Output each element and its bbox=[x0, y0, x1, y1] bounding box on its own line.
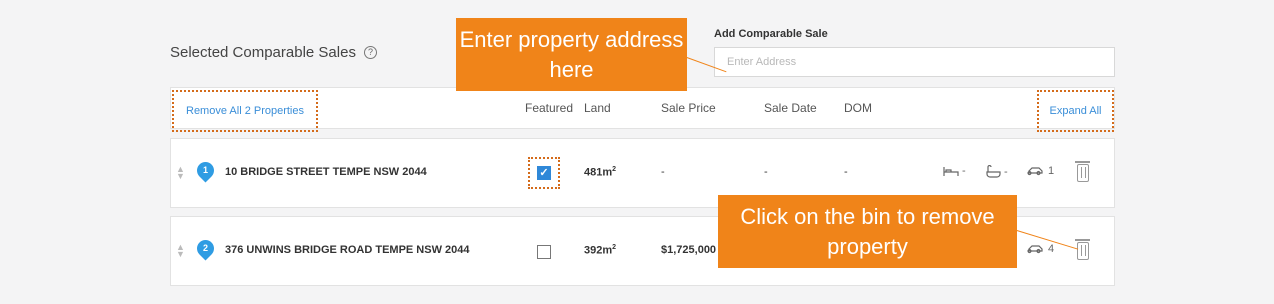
property-address[interactable]: 10 BRIDGE STREET TEMPE NSW 2044 bbox=[225, 166, 427, 178]
featured-checkbox[interactable] bbox=[537, 245, 551, 259]
sale-price-value: - bbox=[661, 166, 665, 178]
bin-callout: Click on the bin to remove property bbox=[718, 195, 1017, 268]
car-icon bbox=[1027, 167, 1043, 176]
beds-feature: - bbox=[943, 165, 966, 177]
bath-icon bbox=[986, 165, 1001, 178]
pin-number: 2 bbox=[202, 243, 208, 253]
drag-handle-icon[interactable]: ▲ ▼ bbox=[176, 165, 185, 181]
add-comparable-sale-label: Add Comparable Sale bbox=[714, 28, 828, 40]
dom-value: - bbox=[844, 166, 848, 178]
pin-number: 1 bbox=[202, 165, 208, 175]
car-icon bbox=[1027, 245, 1043, 254]
question-circle-icon[interactable]: ? bbox=[363, 46, 377, 59]
featured-header: Featured bbox=[525, 101, 574, 115]
featured-checkbox-highlight: ✓ bbox=[528, 157, 560, 189]
beds-count: - bbox=[962, 165, 966, 177]
cars-count: 1 bbox=[1048, 165, 1055, 177]
drag-handle-icon[interactable]: ▲ ▼ bbox=[176, 243, 185, 259]
cars-count: 4 bbox=[1048, 243, 1055, 255]
sale-price-value: $1,725,000 bbox=[661, 244, 717, 256]
sale-price-header: Sale Price bbox=[661, 101, 716, 115]
land-value: 392m2 bbox=[584, 244, 617, 257]
map-pin-icon: 2 bbox=[193, 236, 218, 261]
address-input[interactable] bbox=[714, 47, 1115, 77]
section-title: Selected Comparable Sales ? bbox=[170, 44, 377, 61]
featured-checkbox[interactable]: ✓ bbox=[537, 166, 551, 180]
land-header: Land bbox=[584, 101, 611, 115]
table-header: Remove All 2 Properties Featured Land Sa… bbox=[170, 87, 1115, 132]
land-value: 481m2 bbox=[584, 166, 617, 179]
sale-date-header: Sale Date bbox=[764, 101, 817, 115]
bed-icon bbox=[943, 167, 959, 176]
baths-count: - bbox=[1004, 165, 1008, 178]
expand-all-button[interactable]: Expand All bbox=[1037, 90, 1114, 132]
baths-feature: - bbox=[985, 165, 1008, 178]
trash-bin-icon[interactable] bbox=[1075, 239, 1090, 260]
cars-feature: 4 bbox=[1027, 243, 1054, 255]
remove-all-button[interactable]: Remove All 2 Properties bbox=[172, 90, 318, 132]
map-pin-icon: 1 bbox=[193, 158, 218, 183]
property-address[interactable]: 376 UNWINS BRIDGE ROAD TEMPE NSW 2044 bbox=[225, 244, 470, 256]
cars-feature: 1 bbox=[1027, 165, 1054, 177]
sale-date-value: - bbox=[764, 166, 768, 178]
address-callout: Enter property address here bbox=[456, 18, 687, 91]
section-title-text: Selected Comparable Sales bbox=[170, 44, 356, 61]
dom-header: DOM bbox=[844, 101, 872, 115]
trash-bin-icon[interactable] bbox=[1075, 161, 1090, 182]
